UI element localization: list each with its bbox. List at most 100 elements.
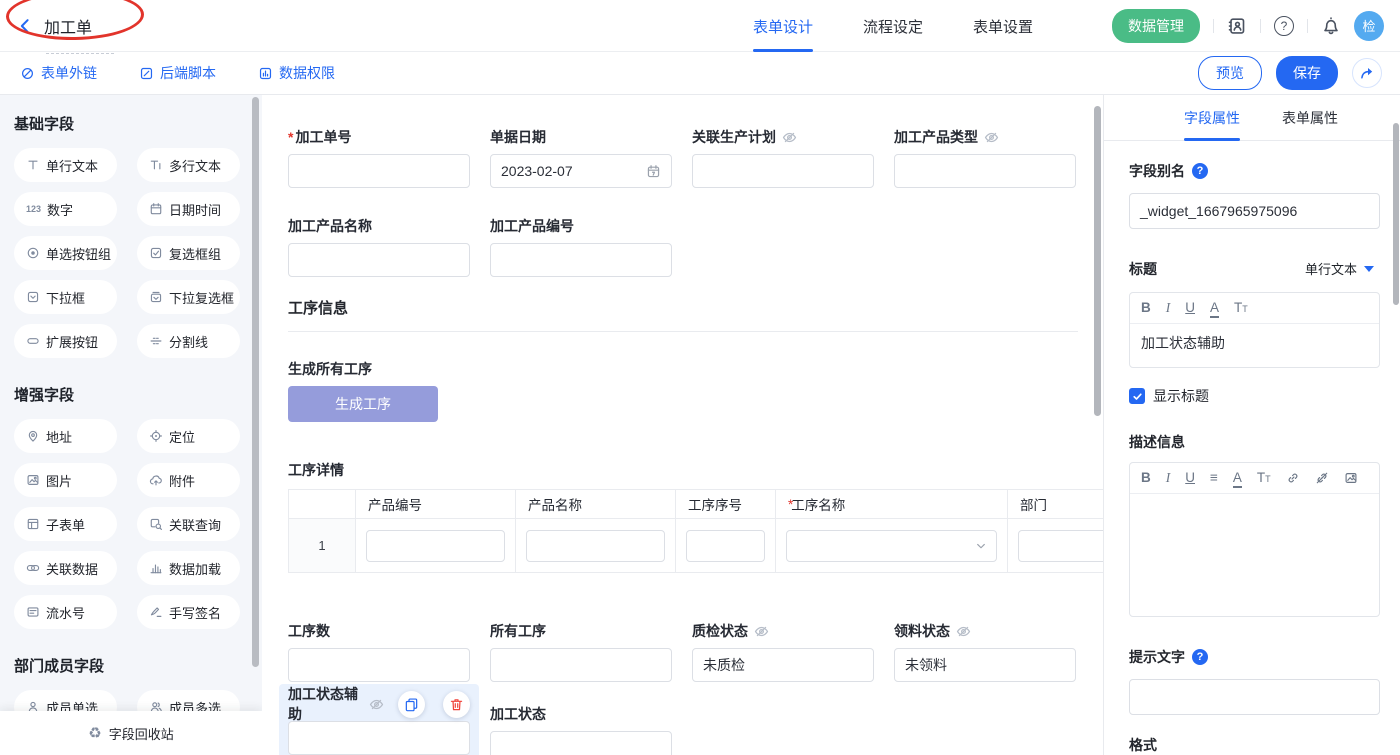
field-input[interactable] [288, 721, 470, 755]
user-avatar[interactable]: 检 [1354, 11, 1384, 41]
table-cell-input[interactable] [1018, 530, 1103, 562]
contacts-icon[interactable] [1227, 16, 1247, 36]
sidebar-item-关联查询[interactable]: 关联查询 [137, 507, 240, 541]
title-editor-content[interactable]: 加工状态辅助 [1130, 324, 1379, 367]
alias-help-icon[interactable]: ? [1192, 163, 1208, 179]
sidebar-item-复选框组[interactable]: 复选框组 [137, 236, 240, 270]
description-editor-content[interactable] [1130, 494, 1379, 616]
field-input[interactable] [288, 243, 470, 277]
sidebar-scrollbar[interactable] [252, 97, 259, 667]
save-button[interactable]: 保存 [1276, 56, 1338, 90]
form-field-加工状态[interactable]: 加工状态 [490, 704, 672, 755]
share-icon[interactable] [1352, 58, 1382, 88]
hint-help-icon[interactable]: ? [1192, 649, 1208, 665]
sidebar-item-图片[interactable]: 图片 [14, 463, 117, 497]
sidebar-item-附件[interactable]: 附件 [137, 463, 240, 497]
format-fontsize-button[interactable]: TT [1234, 299, 1248, 317]
sidebar-item-数据加载[interactable]: 数据加载 [137, 551, 240, 585]
main-tab-表单设置[interactable]: 表单设置 [973, 0, 1033, 52]
selected-field-wrapper[interactable]: 加工状态辅助 [279, 684, 479, 755]
sidebar-item-子表单[interactable]: 子表单 [14, 507, 117, 541]
form-field-加工产品名称[interactable]: 加工产品名称 [288, 216, 470, 277]
panel-tab-字段属性[interactable]: 字段属性 [1184, 95, 1240, 141]
format-unlink-button[interactable] [1315, 471, 1329, 485]
format-link-button[interactable] [1286, 471, 1300, 485]
hint-input[interactable] [1129, 679, 1380, 715]
sidebar-item-关联数据[interactable]: 关联数据 [14, 551, 117, 585]
form-field-质检状态[interactable]: 质检状态未质检 [692, 621, 874, 682]
notification-bell-icon[interactable] [1321, 16, 1341, 36]
generate-processes-button[interactable]: 生成工序 [288, 386, 438, 422]
field-type-select[interactable]: 单行文本 [1299, 255, 1380, 282]
sidebar-item-定位[interactable]: 定位 [137, 419, 240, 453]
toolbar-link-数据权限[interactable]: 数据权限 [258, 63, 335, 83]
main-tab-表单设计[interactable]: 表单设计 [753, 0, 813, 52]
sidebar-item-日期时间[interactable]: 日期时间 [137, 192, 240, 226]
show-title-toggle[interactable]: 显示标题 [1129, 386, 1380, 406]
field-input[interactable] [490, 731, 672, 755]
sidebar-item-分割线[interactable]: 分割线 [137, 324, 240, 358]
eye-off-icon [369, 697, 384, 712]
format-italic-button[interactable]: I [1166, 469, 1171, 487]
sidebar-item-下拉框[interactable]: 下拉框 [14, 280, 117, 314]
field-input[interactable]: 未领料 [894, 648, 1076, 682]
field-input[interactable] [288, 648, 470, 682]
help-icon[interactable]: ? [1274, 16, 1294, 36]
table-cell-input[interactable] [366, 530, 505, 562]
form-field-加工状态辅助[interactable]: 加工状态辅助 [288, 694, 470, 755]
form-field-单据日期[interactable]: 单据日期2023-02-07 [490, 127, 672, 188]
format-align-button[interactable]: ≡ [1210, 469, 1218, 487]
field-input[interactable] [490, 243, 672, 277]
field-input[interactable] [894, 154, 1076, 188]
sidebar-item-单行文本[interactable]: 单行文本 [14, 148, 117, 182]
generate-field[interactable]: 生成所有工序生成工序 [288, 359, 1103, 422]
delete-field-button[interactable] [443, 691, 470, 718]
form-field-所有工序[interactable]: 所有工序 [490, 621, 672, 682]
field-recycle-bin[interactable]: ♻ 字段回收站 [0, 711, 262, 755]
format-underline-button[interactable]: U [1185, 299, 1195, 317]
form-field-关联生产计划[interactable]: 关联生产计划 [692, 127, 874, 188]
sidebar-item-label: 地址 [46, 427, 72, 446]
field-input[interactable] [692, 154, 874, 188]
preview-button[interactable]: 预览 [1198, 56, 1262, 90]
form-field-加工产品编号[interactable]: 加工产品编号 [490, 216, 672, 277]
form-field-加工产品类型[interactable]: 加工产品类型 [894, 127, 1076, 188]
back-icon[interactable] [16, 17, 34, 35]
sidebar-item-手写签名[interactable]: 手写签名 [137, 595, 240, 629]
form-field-工序数[interactable]: 工序数 [288, 621, 470, 682]
panel-tab-表单属性[interactable]: 表单属性 [1282, 95, 1338, 141]
sidebar-item-扩展按钮[interactable]: 扩展按钮 [14, 324, 117, 358]
format-color-button[interactable]: A [1233, 469, 1242, 487]
copy-field-button[interactable] [398, 691, 425, 718]
sidebar-item-流水号[interactable]: 流水号 [14, 595, 117, 629]
field-input[interactable] [288, 154, 470, 188]
alias-input[interactable]: _widget_1667965975096 [1129, 193, 1380, 229]
panel-scrollbar[interactable] [1393, 123, 1399, 305]
sidebar-item-单选按钮组[interactable]: 单选按钮组 [14, 236, 117, 270]
sidebar-item-地址[interactable]: 地址 [14, 419, 117, 453]
format-fontsize-button[interactable]: TT [1257, 469, 1271, 487]
format-image-button[interactable] [1344, 471, 1358, 485]
sidebar-item-多行文本[interactable]: 多行文本 [137, 148, 240, 182]
field-input[interactable]: 2023-02-07 [490, 154, 672, 188]
field-input[interactable] [490, 648, 672, 682]
format-bold-button[interactable]: B [1141, 299, 1151, 317]
sidebar-item-下拉复选框[interactable]: 下拉复选框 [137, 280, 240, 314]
format-underline-button[interactable]: U [1185, 469, 1195, 487]
format-color-button[interactable]: A [1210, 299, 1219, 317]
toolbar-link-后端脚本[interactable]: 后端脚本 [139, 63, 216, 83]
table-cell-input[interactable] [526, 530, 665, 562]
form-field-领料状态[interactable]: 领料状态未领料 [894, 621, 1076, 682]
main-tab-流程设定[interactable]: 流程设定 [863, 0, 923, 52]
table-cell-input[interactable] [686, 530, 765, 562]
sidebar-item-数字[interactable]: 123数字 [14, 192, 117, 226]
table-cell-input[interactable] [786, 530, 997, 562]
canvas-scrollbar[interactable] [1094, 106, 1101, 416]
format-bold-button[interactable]: B [1141, 469, 1151, 487]
field-input[interactable]: 未质检 [692, 648, 874, 682]
number-icon: 123 [26, 204, 41, 214]
toolbar-link-表单外链[interactable]: 表单外链 [20, 63, 97, 83]
format-italic-button[interactable]: I [1166, 299, 1171, 317]
form-field-加工单号[interactable]: *加工单号 [288, 127, 470, 188]
data-manage-button[interactable]: 数据管理 [1112, 9, 1200, 43]
